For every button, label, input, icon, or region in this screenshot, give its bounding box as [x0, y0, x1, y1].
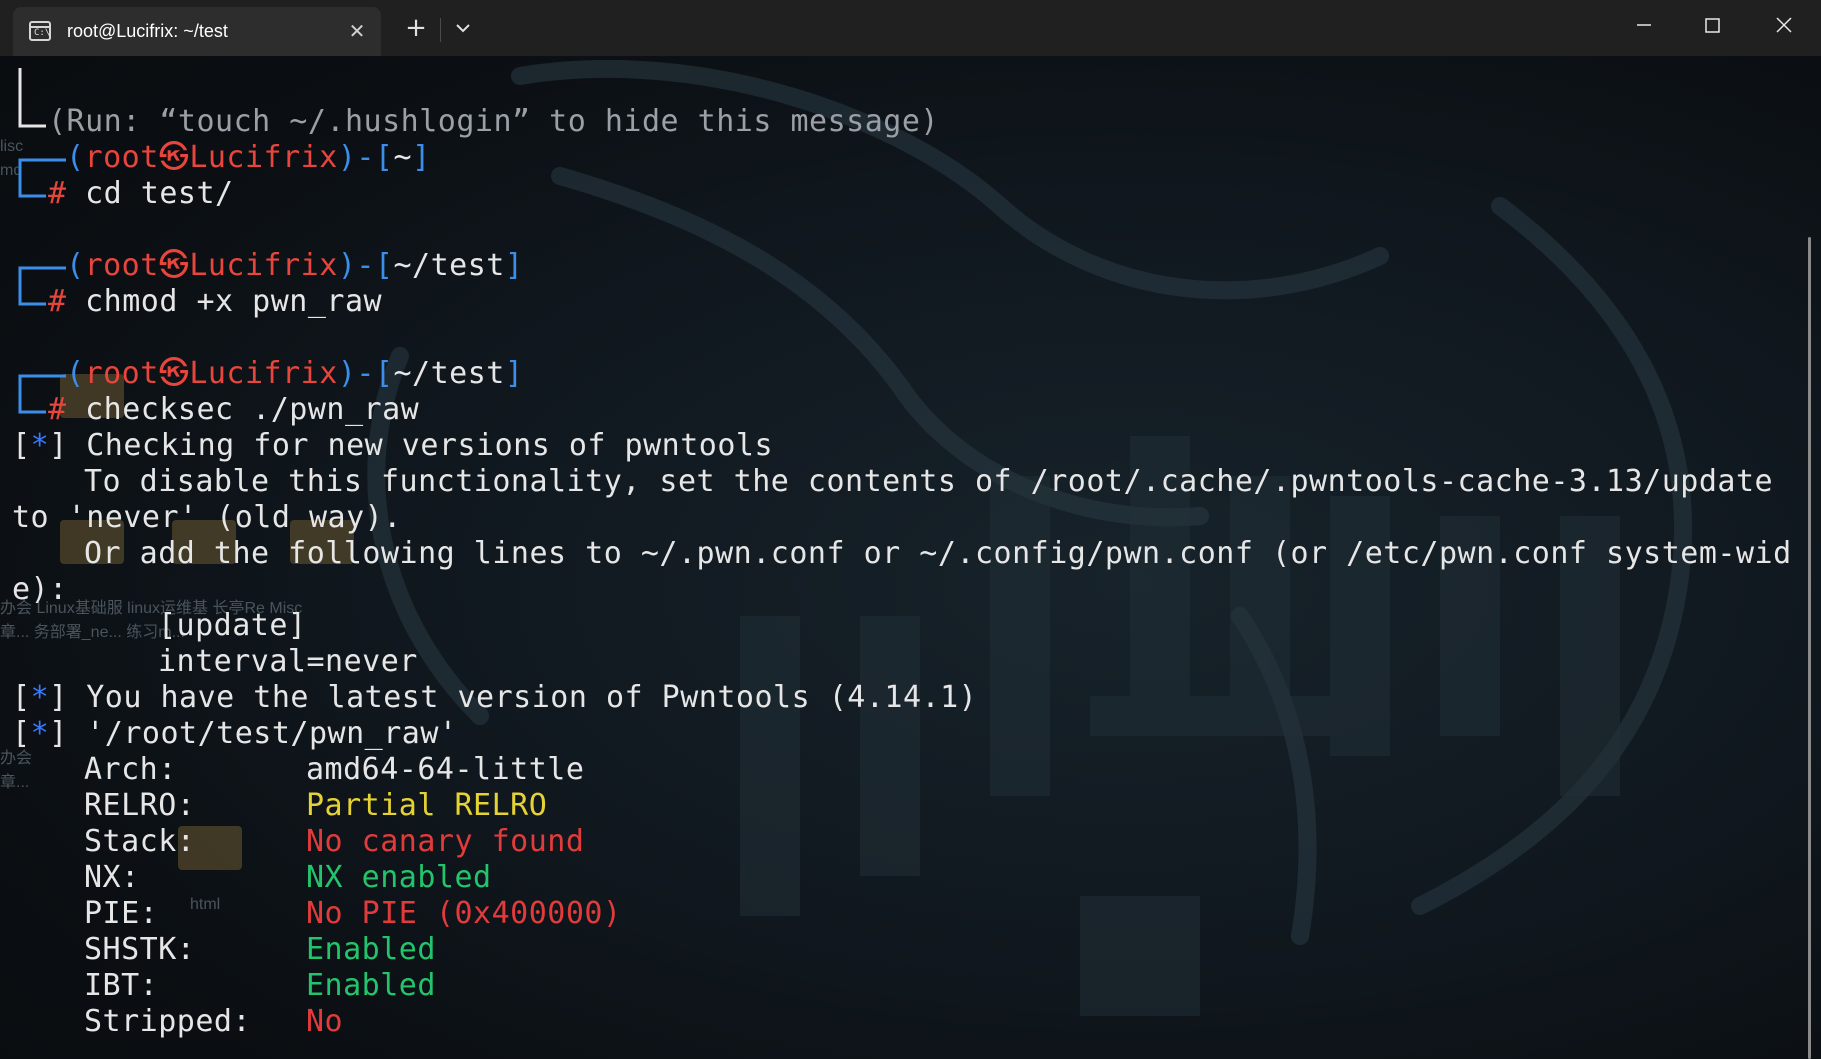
prop-key: Stripped:: [84, 1004, 252, 1039]
new-tab-button[interactable]: +: [402, 14, 430, 42]
output-line: To disable this functionality, set the c…: [84, 464, 1774, 499]
prompt-host: Lucifrix: [189, 356, 338, 391]
prompt: (root㉿Lucifrix)-[~/test]: [66, 248, 524, 283]
prop-value: No: [306, 1004, 344, 1039]
prompt-user: root: [84, 248, 159, 283]
minimize-button[interactable]: [1610, 0, 1678, 50]
output-line: e):: [12, 572, 68, 607]
prompt-host: Lucifrix: [189, 248, 338, 283]
prompt-symbol-icon: ㉿: [158, 248, 190, 283]
prop-value: Enabled: [306, 968, 436, 1003]
prompt-user: root: [84, 140, 159, 175]
terminal-tab[interactable]: C:\ root@Lucifrix: ~/test ✕: [13, 7, 381, 56]
prop-value: NX enabled: [306, 860, 492, 895]
prompt-symbol-icon: ㉿: [158, 140, 190, 175]
terminal-window: lisc md 办会 Linux基础服 linux运维基 长亭Re Misc 章…: [0, 0, 1821, 1059]
prop-value: No canary found: [306, 824, 585, 859]
chevron-down-icon[interactable]: [451, 16, 475, 40]
title-bar: C:\ root@Lucifrix: ~/test ✕ +: [0, 0, 1821, 56]
prop-key: PIE:: [84, 896, 159, 931]
prompt-user: root: [84, 356, 159, 391]
close-tab-button[interactable]: ✕: [347, 21, 367, 41]
output-line: [*] Checking for new versions of pwntool…: [12, 428, 774, 463]
prompt-symbol-icon: ㉿: [158, 356, 190, 391]
hushlogin-message: (Run: “touch ~/.hushlogin” to hide this …: [48, 104, 939, 139]
output-line: [*] You have the latest version of Pwnto…: [12, 680, 978, 715]
prop-key: IBT:: [84, 968, 159, 1003]
prop-key: NX:: [84, 860, 140, 895]
command-text: checksec: [85, 392, 234, 427]
vertical-scrollbar[interactable]: [1808, 237, 1811, 1059]
command-text: cd test/: [85, 176, 234, 211]
output-line: [update]: [158, 608, 307, 643]
maximize-button[interactable]: [1678, 0, 1746, 50]
command-line: # chmod +x pwn_raw: [48, 284, 383, 319]
prop-key: SHSTK:: [84, 932, 196, 967]
terminal-icon: C:\: [29, 21, 51, 41]
prop-value: Partial RELRO: [306, 788, 548, 823]
prompt-host: Lucifrix: [189, 140, 338, 175]
close-window-button[interactable]: [1750, 0, 1818, 50]
output-line: to 'never' (old way).: [12, 500, 402, 535]
command-line: # cd test/: [48, 176, 234, 211]
prompt-dir: ~: [393, 140, 413, 175]
prop-value: amd64-64-little: [306, 752, 585, 787]
prompt: (root㉿Lucifrix)-[~]: [66, 140, 431, 175]
prop-key: Arch:: [84, 752, 177, 787]
prop-value: Enabled: [306, 932, 436, 967]
tab-title: root@Lucifrix: ~/test: [67, 21, 228, 41]
output-line: Or add the following lines to ~/.pwn.con…: [84, 536, 1792, 571]
prop-value: No PIE (0x400000): [306, 896, 622, 931]
prop-key: Stack:: [84, 824, 196, 859]
terminal-output[interactable]: (Run: “touch ~/.hushlogin” to hide this …: [0, 56, 1800, 1059]
output-line: interval=never: [158, 644, 418, 679]
prompt: (root㉿Lucifrix)-[~/test]: [66, 356, 524, 391]
prompt-dir: ~/test: [393, 356, 505, 391]
output-line: [*] '/root/test/pwn_raw': [12, 716, 458, 751]
prop-key: RELRO:: [84, 788, 196, 823]
prompt-dir: ~/test: [393, 248, 505, 283]
command-text: chmod +x pwn_raw: [85, 284, 383, 319]
command-text: ./pwn_raw: [233, 392, 420, 427]
tab-divider: [440, 18, 441, 42]
command-line: # checksec ./pwn_raw: [48, 392, 420, 427]
